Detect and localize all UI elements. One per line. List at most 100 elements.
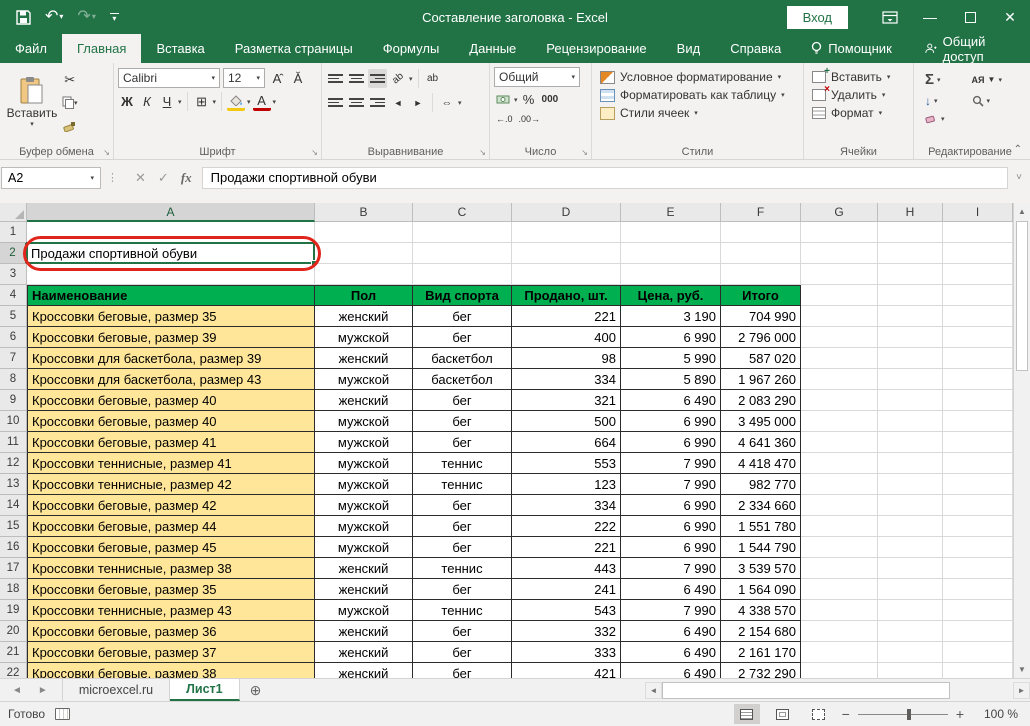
- cell-C4[interactable]: Вид спорта: [413, 285, 512, 306]
- cell-C2[interactable]: [413, 243, 512, 264]
- cell-F4[interactable]: Итого: [721, 285, 801, 306]
- merge-center-button[interactable]: ⇔: [438, 93, 456, 112]
- cell-F6[interactable]: 2 796 000: [721, 327, 801, 348]
- column-header-D[interactable]: D: [512, 203, 621, 222]
- cell-G9[interactable]: [801, 390, 878, 411]
- row-header-13[interactable]: 13: [0, 474, 27, 495]
- cell-C19[interactable]: теннис: [413, 600, 512, 621]
- cell-G15[interactable]: [801, 516, 878, 537]
- cell-D12[interactable]: 553: [512, 453, 621, 474]
- align-right-button[interactable]: [368, 93, 387, 112]
- column-header-I[interactable]: I: [943, 203, 1013, 222]
- cell-I19[interactable]: [943, 600, 1013, 621]
- bold-button[interactable]: Ж: [118, 92, 136, 111]
- cell-E16[interactable]: 6 990: [621, 537, 721, 558]
- cell-B5[interactable]: женский: [315, 306, 413, 327]
- decrease-indent-button[interactable]: ◄: [389, 93, 407, 112]
- cell-H8[interactable]: [878, 369, 943, 390]
- row-header-2[interactable]: 2: [0, 243, 27, 264]
- cell-D16[interactable]: 221: [512, 537, 621, 558]
- cell-I16[interactable]: [943, 537, 1013, 558]
- row-header-4[interactable]: 4: [0, 285, 27, 306]
- cell-G8[interactable]: [801, 369, 878, 390]
- clear-button[interactable]: ▾: [922, 112, 961, 126]
- cell-H4[interactable]: [878, 285, 943, 306]
- number-dialog-launcher[interactable]: ↘: [581, 148, 588, 157]
- collapse-ribbon-icon[interactable]: ⌃: [1014, 144, 1022, 155]
- cell-G7[interactable]: [801, 348, 878, 369]
- cell-F14[interactable]: 2 334 660: [721, 495, 801, 516]
- cell-A18[interactable]: Кроссовки беговые, размер 35: [27, 579, 315, 600]
- undo-button[interactable]: ↶▾: [45, 9, 63, 25]
- cell-C5[interactable]: бег: [413, 306, 512, 327]
- cell-H16[interactable]: [878, 537, 943, 558]
- cell-B14[interactable]: мужской: [315, 495, 413, 516]
- insert-function-icon[interactable]: fx: [181, 170, 192, 186]
- ribbon-tab-5[interactable]: Данные: [454, 34, 531, 63]
- cell-G3[interactable]: [801, 264, 878, 285]
- cell-D11[interactable]: 664: [512, 432, 621, 453]
- align-center-button[interactable]: [347, 93, 366, 112]
- shrink-font-button[interactable]: А̌: [289, 69, 307, 88]
- cell-D20[interactable]: 332: [512, 621, 621, 642]
- cell-H1[interactable]: [878, 222, 943, 243]
- italic-button[interactable]: К: [138, 92, 156, 111]
- cell-G18[interactable]: [801, 579, 878, 600]
- cell-A22[interactable]: Кроссовки беговые, размер 38: [27, 663, 315, 678]
- row-header-9[interactable]: 9: [0, 390, 27, 411]
- cell-C9[interactable]: бег: [413, 390, 512, 411]
- cut-icon[interactable]: ✂: [60, 70, 80, 89]
- vertical-scroll-thumb[interactable]: [1016, 221, 1028, 371]
- cancel-entry-icon[interactable]: ✕: [135, 170, 146, 186]
- cell-B3[interactable]: [315, 264, 413, 285]
- cell-E20[interactable]: 6 490: [621, 621, 721, 642]
- column-header-G[interactable]: G: [801, 203, 878, 222]
- cell-G19[interactable]: [801, 600, 878, 621]
- cell-H21[interactable]: [878, 642, 943, 663]
- cell-H12[interactable]: [878, 453, 943, 474]
- cell-B2[interactable]: [315, 243, 413, 264]
- row-header-16[interactable]: 16: [0, 537, 27, 558]
- close-button[interactable]: ✕: [990, 0, 1030, 34]
- cell-D10[interactable]: 500: [512, 411, 621, 432]
- cell-F17[interactable]: 3 539 570: [721, 558, 801, 579]
- cell-D8[interactable]: 334: [512, 369, 621, 390]
- percent-format-button[interactable]: %: [520, 90, 538, 109]
- page-layout-view-button[interactable]: [770, 704, 796, 724]
- cell-C11[interactable]: бег: [413, 432, 512, 453]
- zoom-slider-handle[interactable]: [907, 709, 911, 720]
- cell-B18[interactable]: женский: [315, 579, 413, 600]
- cell-H11[interactable]: [878, 432, 943, 453]
- cell-C16[interactable]: бег: [413, 537, 512, 558]
- row-header-10[interactable]: 10: [0, 411, 27, 432]
- cell-E11[interactable]: 6 990: [621, 432, 721, 453]
- cell-I22[interactable]: [943, 663, 1013, 678]
- cell-B12[interactable]: мужской: [315, 453, 413, 474]
- column-header-H[interactable]: H: [878, 203, 943, 222]
- cell-B9[interactable]: женский: [315, 390, 413, 411]
- cell-F20[interactable]: 2 154 680: [721, 621, 801, 642]
- cell-I8[interactable]: [943, 369, 1013, 390]
- cell-H20[interactable]: [878, 621, 943, 642]
- row-header-11[interactable]: 11: [0, 432, 27, 453]
- cell-G14[interactable]: [801, 495, 878, 516]
- cell-G5[interactable]: [801, 306, 878, 327]
- cell-B19[interactable]: мужской: [315, 600, 413, 621]
- cell-E18[interactable]: 6 490: [621, 579, 721, 600]
- cell-E21[interactable]: 6 490: [621, 642, 721, 663]
- cell-A11[interactable]: Кроссовки беговые, размер 41: [27, 432, 315, 453]
- cells-button-0[interactable]: Вставить▾: [808, 68, 909, 86]
- cell-E7[interactable]: 5 990: [621, 348, 721, 369]
- underline-button[interactable]: Ч: [158, 92, 176, 111]
- cell-I14[interactable]: [943, 495, 1013, 516]
- cell-G1[interactable]: [801, 222, 878, 243]
- cell-D15[interactable]: 222: [512, 516, 621, 537]
- cell-A7[interactable]: Кроссовки для баскетбола, размер 39: [27, 348, 315, 369]
- scroll-left-icon[interactable]: ◄: [645, 682, 662, 699]
- cell-B1[interactable]: [315, 222, 413, 243]
- cell-C21[interactable]: бег: [413, 642, 512, 663]
- cell-A5[interactable]: Кроссовки беговые, размер 35: [27, 306, 315, 327]
- cell-C13[interactable]: теннис: [413, 474, 512, 495]
- cell-D1[interactable]: [512, 222, 621, 243]
- cell-A21[interactable]: Кроссовки беговые, размер 37: [27, 642, 315, 663]
